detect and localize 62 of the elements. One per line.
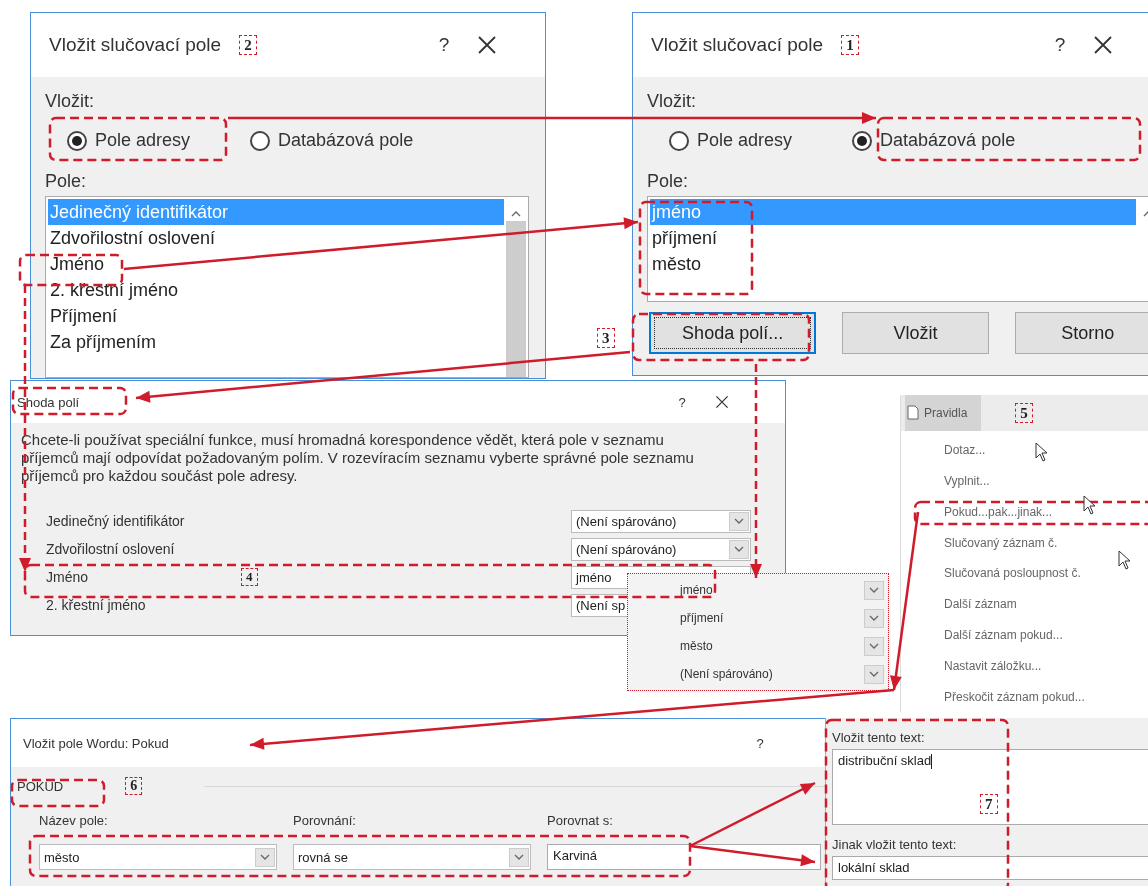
field-dropdown[interactable]: (Není spárováno) — [571, 537, 751, 561]
step-number: 4 — [241, 568, 258, 586]
field-dropdown[interactable]: město — [39, 844, 277, 870]
list-item[interactable]: město — [650, 251, 1136, 277]
field-label: Porovnání: — [293, 813, 357, 828]
step-number: 3 — [597, 328, 615, 348]
field-label: Jméno — [45, 569, 90, 585]
menu-item[interactable]: Slučovaný záznam č. — [901, 527, 1148, 558]
dialog-title: Vložit pole Wordu: Pokud — [23, 735, 169, 751]
radio-option[interactable]: Pole adresy — [669, 130, 793, 151]
dropdown-item[interactable]: jméno — [628, 576, 888, 604]
help-button[interactable]: ? — [745, 735, 775, 751]
section-label: Pole: — [45, 171, 88, 192]
dialog-title: Vložit slučovací pole — [49, 34, 222, 56]
input-field[interactable]: Karviná — [547, 844, 821, 870]
menu-item[interactable]: Nastavit záložku... — [901, 650, 1148, 682]
radio-option[interactable]: Databázová pole — [852, 130, 1016, 151]
field-label: Vložit tento text: — [832, 730, 926, 745]
section-label: Vložit: — [45, 91, 96, 112]
field-label: Zdvořilostní oslovení — [45, 541, 176, 557]
list-item[interactable]: Příjmení — [48, 303, 504, 329]
help-button[interactable]: ? — [429, 34, 459, 56]
step-number: 6 — [125, 776, 143, 796]
dialog-title: Shoda polí — [17, 394, 80, 410]
dialog-title: Vložit slučovací pole — [651, 34, 824, 56]
field-label: Jinak vložit tento text: — [832, 837, 958, 852]
rules-tab[interactable]: Pravidla — [905, 395, 982, 431]
section-label: Pole: — [647, 171, 690, 192]
field-label: 2. křestní jméno — [45, 597, 147, 613]
list-item[interactable]: Zdvořilostní oslovení — [48, 225, 504, 251]
list-item[interactable]: příjmení — [650, 225, 1136, 251]
menu-item[interactable]: Pokud...pak...jinak... — [901, 496, 1148, 528]
list-item[interactable]: Za příjmením — [48, 329, 504, 355]
dialog-button[interactable]: Shoda polí... — [649, 312, 817, 354]
field-dropdown[interactable]: (Není spárováno) — [571, 509, 751, 533]
step-number: 1 — [841, 35, 859, 55]
help-button[interactable]: ? — [667, 394, 697, 410]
dialog-button[interactable]: Vložit — [842, 312, 989, 354]
dropdown-item[interactable]: příjmení — [628, 604, 888, 632]
radio-option[interactable]: Databázová pole — [250, 130, 414, 151]
help-button[interactable]: ? — [1045, 34, 1075, 56]
menu-item[interactable]: Vyplnit... — [901, 465, 1148, 497]
field-dropdown[interactable]: rovná se — [293, 844, 531, 870]
dialog-button[interactable]: Storno — [1014, 312, 1148, 354]
field-label: Porovnat s: — [547, 813, 614, 828]
step-number: 2 — [239, 35, 257, 55]
step-number: 7 — [980, 794, 998, 814]
section-label: Vložit: — [647, 91, 698, 112]
menu-item[interactable]: Další záznam — [901, 588, 1148, 620]
menu-item[interactable]: Další záznam pokud... — [901, 619, 1148, 651]
step-number: 5 — [1015, 402, 1033, 423]
group-label: POKUD — [17, 778, 64, 794]
input-field[interactable]: lokální sklad — [832, 856, 1148, 880]
list-item[interactable]: Jméno — [48, 251, 504, 277]
dropdown-item[interactable]: (Není spárováno) — [628, 660, 888, 688]
menu-item[interactable]: Dotaz... — [901, 434, 1148, 466]
menu-item[interactable]: Slučovaná posloupnost č. — [901, 558, 1148, 589]
dropdown-item[interactable]: město — [628, 632, 888, 660]
field-label: Název pole: — [39, 813, 109, 828]
radio-option[interactable]: Pole adresy — [67, 130, 191, 151]
menu-item[interactable]: Přeskočit záznam pokud... — [901, 681, 1148, 713]
field-label: Jedinečný identifikátor — [45, 513, 186, 529]
